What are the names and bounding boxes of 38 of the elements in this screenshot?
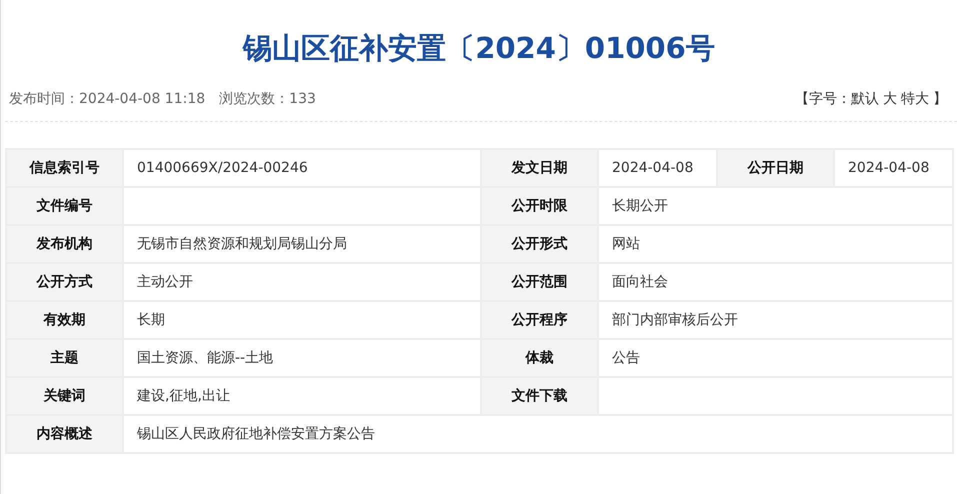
- value-cell: 2024-04-08: [834, 149, 953, 187]
- label-cell: 发文日期: [481, 149, 598, 187]
- label-cell: 公开时限: [481, 187, 598, 225]
- font-size-link[interactable]: 默认: [851, 89, 879, 109]
- label-cell: 信息索引号: [6, 149, 123, 187]
- label-cell: 关键词: [6, 377, 123, 415]
- label-cell: 有效期: [6, 301, 123, 339]
- font-size-label: 【字号：: [795, 90, 851, 109]
- value-cell: 无锡市自然资源和规划局锡山分局: [123, 225, 481, 263]
- font-size-link[interactable]: 特大: [901, 89, 929, 109]
- value-cell: 锡山区人民政府征地补偿安置方案公告: [123, 415, 953, 453]
- label-cell: 公开程序: [481, 301, 598, 339]
- publish-time: 发布时间：2024-04-08 11:18: [9, 90, 206, 109]
- value-cell: 面向社会: [598, 263, 953, 301]
- value-cell: 2024-04-08: [598, 149, 717, 187]
- font-size-link[interactable]: 大: [883, 89, 897, 109]
- bracket-close: 】: [933, 90, 947, 109]
- label-cell: 文件下载: [481, 377, 598, 415]
- value-cell: 建设,征地,出让: [123, 377, 481, 415]
- label-cell: 公开形式: [481, 225, 598, 263]
- value-cell: 主动公开: [123, 263, 481, 301]
- value-cell: 网站: [598, 225, 953, 263]
- label-cell: 公开日期: [717, 149, 834, 187]
- value-cell: 公告: [598, 339, 953, 377]
- label-cell: 内容概述: [6, 415, 123, 453]
- label-cell: 公开范围: [481, 263, 598, 301]
- label-cell: 体裁: [481, 339, 598, 377]
- value-cell: 长期公开: [598, 187, 953, 225]
- view-count: 浏览次数：133: [219, 90, 316, 109]
- value-cell: 长期: [123, 301, 481, 339]
- label-cell: 主题: [6, 339, 123, 377]
- page-title: 锡山区征补安置〔2024〕01006号: [241, 30, 716, 67]
- value-cell: 01400669X/2024-00246: [123, 149, 481, 187]
- label-cell: 发布机构: [6, 225, 123, 263]
- label-cell: 文件编号: [6, 187, 123, 225]
- label-cell: 公开方式: [6, 263, 123, 301]
- value-cell: 国土资源、能源--土地: [123, 339, 481, 377]
- value-cell: 部门内部审核后公开: [598, 301, 953, 339]
